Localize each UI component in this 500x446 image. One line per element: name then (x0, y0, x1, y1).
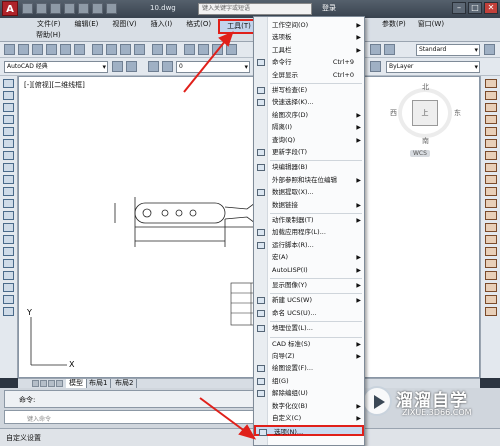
arrow-to-tools-menu (183, 39, 227, 93)
annotation-arrows (183, 31, 257, 440)
arrow-to-options (199, 397, 247, 433)
arrow-head-icon (238, 424, 257, 440)
arrow-head-icon (218, 31, 234, 47)
